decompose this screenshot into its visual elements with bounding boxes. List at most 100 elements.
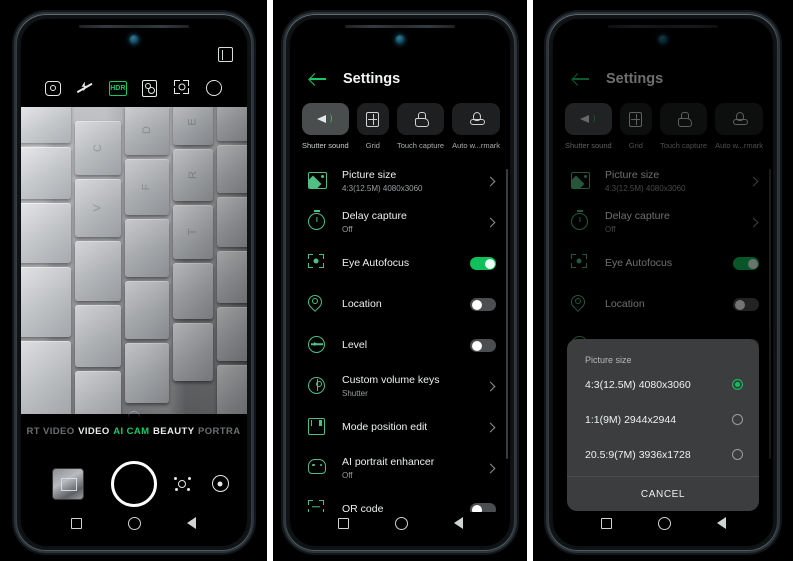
scrollbar[interactable] <box>506 169 508 459</box>
gallery-thumbnail[interactable] <box>52 469 83 499</box>
ai-portrait-icon <box>308 458 326 474</box>
preview-shading <box>20 107 247 414</box>
settings-header: Settings <box>290 65 510 93</box>
home-button[interactable] <box>394 516 408 530</box>
level-icon <box>308 335 325 353</box>
volume-keys-icon <box>308 376 325 394</box>
row-location[interactable]: Location <box>290 284 510 325</box>
home-button[interactable] <box>128 516 141 530</box>
tile-shutter-sound[interactable]: Shutter sound <box>302 103 349 150</box>
mode-beauty[interactable]: BEAUTY <box>153 426 194 437</box>
aspect-ratio-icon[interactable] <box>217 47 233 62</box>
tile-label: Shutter sound <box>302 141 349 150</box>
speaker-icon <box>317 113 333 126</box>
switch-camera-button[interactable] <box>211 475 229 492</box>
row-picture-size[interactable]: Picture size 4:3(12.5M) 4080x3060 <box>290 161 510 202</box>
screen-camera: HDR C <box>20 19 247 546</box>
chevron-right-icon <box>485 422 496 433</box>
dialog-option-4-3[interactable]: 4:3(12.5M) 4080x3060 <box>567 367 759 402</box>
option-label: 20.5:9(7M) 3936x1728 <box>585 448 691 461</box>
phone-device-2: Settings Shutter sound Grid Touch captur… <box>285 14 515 551</box>
android-navbar <box>21 508 247 538</box>
camera-preview[interactable]: C V D F E R T <box>20 107 247 414</box>
filter-icon[interactable] <box>141 79 158 97</box>
front-camera-punch-hole <box>395 35 405 44</box>
row-subtitle: Shutter <box>342 389 368 398</box>
hdr-icon[interactable]: HDR <box>108 79 127 96</box>
radio-unselected-icon[interactable] <box>732 449 743 460</box>
dialog-title: Picture size <box>585 355 632 365</box>
back-button[interactable] <box>716 517 726 529</box>
camera-controls <box>21 457 247 513</box>
android-navbar <box>553 508 773 538</box>
quick-toggle-tiles: Shutter sound Grid Touch capture Auto w.… <box>302 103 500 150</box>
recents-button[interactable] <box>71 517 82 529</box>
row-ai-portrait-enhancer[interactable]: AI portrait enhancer Off <box>290 448 510 489</box>
mode-ai-cam[interactable]: AI CAM <box>113 426 149 437</box>
toggle-location[interactable] <box>470 298 496 311</box>
mode-portrait[interactable]: PORTRA <box>198 426 241 437</box>
watermark-stamp-icon <box>469 112 485 126</box>
row-title: Delay capture <box>342 210 407 222</box>
home-button[interactable] <box>657 516 671 530</box>
settings-hexagon-icon[interactable] <box>44 79 61 96</box>
row-title: Custom volume keys <box>342 374 440 386</box>
tile-label: Grid <box>365 141 380 150</box>
row-custom-volume-keys[interactable]: Custom volume keys Shutter <box>290 366 510 407</box>
option-label: 4:3(12.5M) 4080x3060 <box>585 378 691 391</box>
dialog-option-20-5-9[interactable]: 20.5:9(7M) 3936x1728 <box>567 437 759 472</box>
cancel-button[interactable]: CANCEL <box>567 477 759 511</box>
row-title: Location <box>342 298 382 310</box>
screen-settings-dimmed: Settings Shutter sound Grid Touch captur… <box>553 19 773 546</box>
recents-button[interactable] <box>337 517 349 529</box>
flash-off-icon[interactable] <box>76 79 93 96</box>
location-icon <box>308 295 321 311</box>
row-title: Mode position edit <box>342 421 428 433</box>
radio-selected-icon[interactable] <box>732 379 743 390</box>
tile-auto-watermark[interactable]: Auto w...rmark <box>452 103 500 150</box>
panel-settings: Settings Shutter sound Grid Touch captur… <box>273 0 527 561</box>
phone-device-1: HDR C <box>15 14 252 551</box>
camera-quick-icons: HDR <box>21 75 247 99</box>
radio-unselected-icon[interactable] <box>732 414 743 425</box>
toggle-eye-autofocus[interactable] <box>470 257 496 270</box>
tile-grid[interactable]: Grid <box>356 103 389 150</box>
recents-button[interactable] <box>600 517 612 529</box>
back-button[interactable] <box>187 517 196 529</box>
tile-touch-capture[interactable]: Touch capture <box>396 103 445 150</box>
row-level[interactable]: Level <box>290 325 510 366</box>
row-mode-position-edit[interactable]: Mode position edit <box>290 407 510 448</box>
row-delay-capture[interactable]: Delay capture Off <box>290 202 510 243</box>
picture-size-icon <box>308 171 327 189</box>
chevron-right-icon <box>485 176 496 187</box>
touch-capture-icon <box>414 111 429 127</box>
mode-short-video[interactable]: RT VIDEO <box>27 426 75 437</box>
page-title: Settings <box>343 71 401 87</box>
dialog-option-1-1[interactable]: 1:1(9M) 2944x2944 <box>567 402 759 437</box>
row-subtitle: Off <box>342 225 353 234</box>
eye-autofocus-icon <box>308 253 324 268</box>
toggle-level[interactable] <box>470 339 496 352</box>
shutter-button[interactable] <box>110 461 157 507</box>
ai-scan-icon[interactable] <box>173 79 190 96</box>
ai-scene-button[interactable] <box>173 475 191 492</box>
mode-position-icon <box>308 417 325 435</box>
tile-label: Touch capture <box>396 141 445 150</box>
panel-picture-size-dialog: Settings Shutter sound Grid Touch captur… <box>533 0 793 561</box>
earpiece-speaker <box>345 25 455 28</box>
timer-icon <box>308 212 325 230</box>
back-arrow-icon[interactable] <box>310 72 327 86</box>
row-title: Eye Autofocus <box>342 257 410 269</box>
grid-icon <box>366 111 380 127</box>
front-camera-punch-hole <box>129 35 138 44</box>
row-title: Picture size <box>342 169 397 181</box>
panel-camera: HDR C <box>0 0 267 561</box>
camera-mode-strip[interactable]: RT VIDEO VIDEO AI CAM BEAUTY PORTRA <box>21 411 247 443</box>
tile-label: Auto w...rmark <box>452 141 500 150</box>
back-button[interactable] <box>453 517 463 529</box>
settings-list[interactable]: Picture size 4:3(12.5M) 4080x3060 Delay … <box>290 161 510 512</box>
mode-video[interactable]: VIDEO <box>78 426 110 437</box>
beauty-moon-icon[interactable] <box>206 79 223 96</box>
row-subtitle: 4:3(12.5M) 4080x3060 <box>342 184 423 193</box>
row-eye-autofocus[interactable]: Eye Autofocus <box>290 243 510 284</box>
